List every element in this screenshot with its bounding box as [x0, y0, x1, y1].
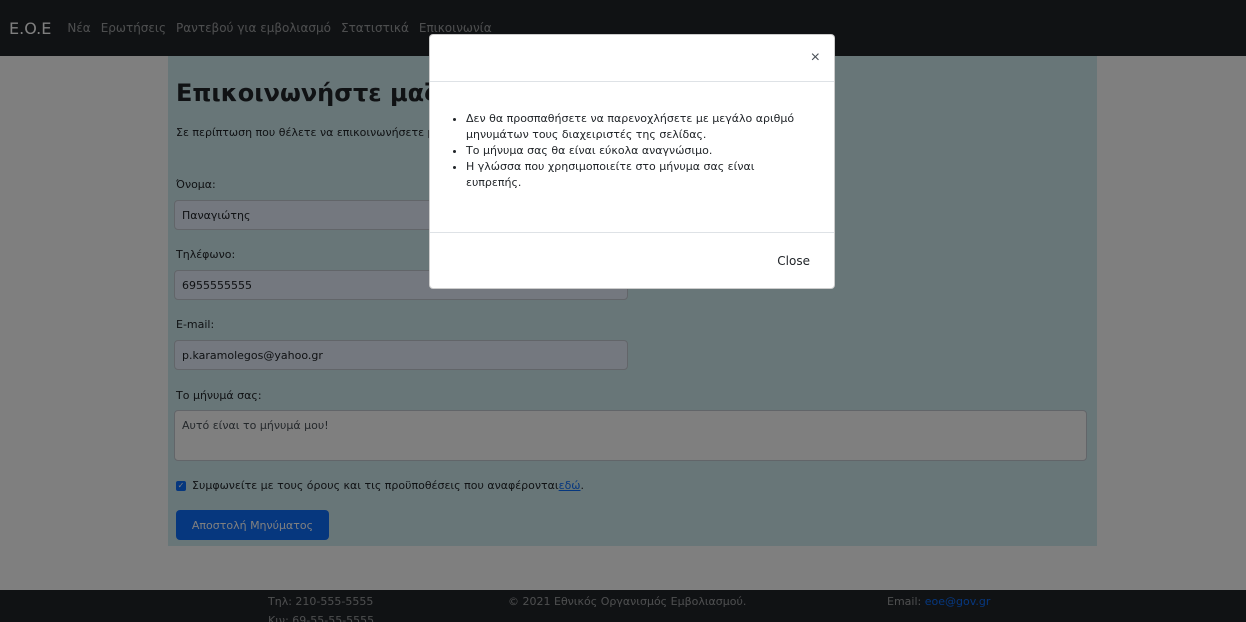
modal-body: Δεν θα προσπαθήσετε να παρενοχλήσετε με … [430, 82, 834, 233]
terms-list-item: Δεν θα προσπαθήσετε να παρενοχλήσετε με … [466, 111, 806, 143]
modal-close-button[interactable]: Close [777, 254, 810, 268]
terms-list: Δεν θα προσπαθήσετε να παρενοχλήσετε με … [456, 111, 806, 191]
modal-header: × [430, 35, 834, 82]
terms-list-item: Το μήνυμα σας θα είναι εύκολα αναγνώσιμο… [466, 143, 806, 159]
terms-list-item: Η γλώσσα που χρησιμοποιείτε στο μήνυμα σ… [466, 159, 806, 191]
modal-footer: Close [430, 232, 834, 290]
terms-modal: × Δεν θα προσπαθήσετε να παρενοχλήσετε μ… [429, 34, 835, 289]
modal-close-icon[interactable]: × [811, 50, 820, 66]
